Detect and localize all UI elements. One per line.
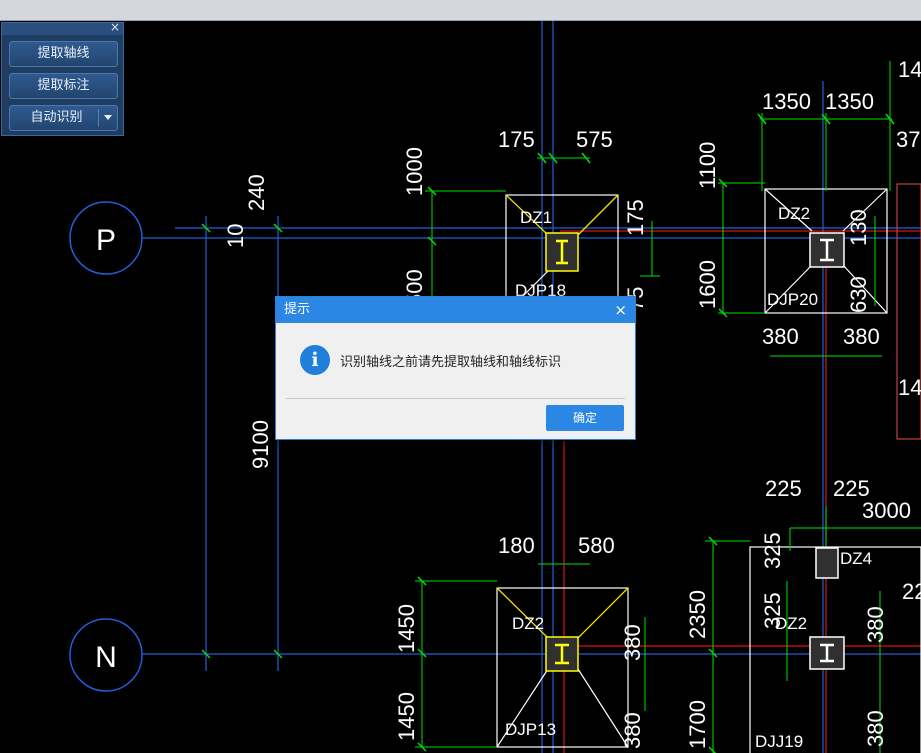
dimension-text: 225 [765, 476, 802, 501]
prompt-dialog: 提示 × i 识别轴线之前请先提取轴线和轴线标识 确定 [275, 296, 636, 440]
dimension-text: 1000 [402, 147, 427, 196]
dimension-text: 1350 [825, 89, 874, 114]
dimension-text: 1600 [695, 260, 720, 309]
dimension-text: 22 [902, 579, 921, 604]
dimension-text: 14 [898, 57, 921, 82]
tool-palette: × 提取轴线 提取标注 自动识别 [1, 20, 124, 136]
extract-annotation-button[interactable]: 提取标注 [9, 73, 118, 99]
extract-annotation-label: 提取标注 [37, 78, 90, 93]
dimension-text: 630 [846, 276, 871, 313]
dimension-text: 380 [620, 712, 645, 749]
foundation-label: DZ2 [512, 614, 544, 633]
auto-recognize-label: 自动识别 [30, 110, 83, 125]
dimension-text: 580 [578, 533, 615, 558]
close-icon[interactable]: × [614, 297, 627, 323]
extract-axis-label: 提取轴线 [37, 46, 90, 61]
dimension-text: 3000 [862, 498, 911, 523]
axis-bubbles [69, 201, 143, 692]
dimension-text: 380 [863, 606, 888, 643]
foundation-label: DZ1 [520, 208, 552, 227]
dimension-text: 175 [498, 127, 535, 152]
info-icon: i [300, 345, 330, 375]
foundation-label: DZ2 [778, 204, 810, 223]
foundation-label: DJP20 [767, 290, 818, 309]
chevron-down-icon[interactable] [104, 115, 112, 120]
dimension-text: 1450 [394, 692, 419, 741]
axis-label-p: P [96, 224, 116, 257]
ok-button[interactable]: 确定 [546, 405, 624, 431]
palette-title-bar[interactable]: × [2, 20, 123, 35]
title-bar [0, 0, 921, 21]
dialog-message: 识别轴线之前请先提取轴线和轴线标识 [340, 355, 562, 370]
foundation-label: DJP13 [505, 720, 556, 739]
dimension-text: 2350 [685, 590, 710, 639]
foundation-label: DJJ19 [755, 732, 803, 751]
dimension-text: 1350 [762, 89, 811, 114]
dimension-text: 325 [760, 532, 785, 569]
dimension-text: 1450 [394, 604, 419, 653]
dimension-text: 380 [620, 624, 645, 661]
dimension-text: 1100 [695, 142, 720, 189]
palette-close-icon[interactable]: × [110, 20, 120, 34]
foundation-label: DZ4 [840, 549, 872, 568]
extract-axis-button[interactable]: 提取轴线 [9, 41, 118, 67]
dialog-divider [286, 398, 625, 399]
dimension-text: 240 [244, 174, 269, 211]
dimension-text: 130 [846, 209, 871, 246]
auto-recognize-button[interactable]: 自动识别 [9, 105, 118, 131]
dialog-title-bar[interactable]: 提示 × [276, 297, 635, 323]
axis-label-n: N [95, 641, 117, 674]
dimension-text: 10 [223, 224, 248, 248]
dimension-text: 380 [762, 324, 799, 349]
dropdown-separator [98, 109, 99, 127]
dimension-text: 14 [898, 375, 921, 400]
dialog-title: 提示 [284, 302, 311, 317]
dimension-text: 9100 [248, 420, 273, 469]
dimension-text: 180 [498, 533, 535, 558]
dimension-text: 380 [863, 710, 888, 747]
dimension-text: 175 [623, 199, 648, 236]
dimension-text: 575 [576, 127, 613, 152]
dimension-text: 380 [843, 324, 880, 349]
dimension-text: 37 [896, 127, 920, 152]
dimension-text: 1700 [685, 700, 710, 749]
dimension-text: 325 [760, 592, 785, 629]
